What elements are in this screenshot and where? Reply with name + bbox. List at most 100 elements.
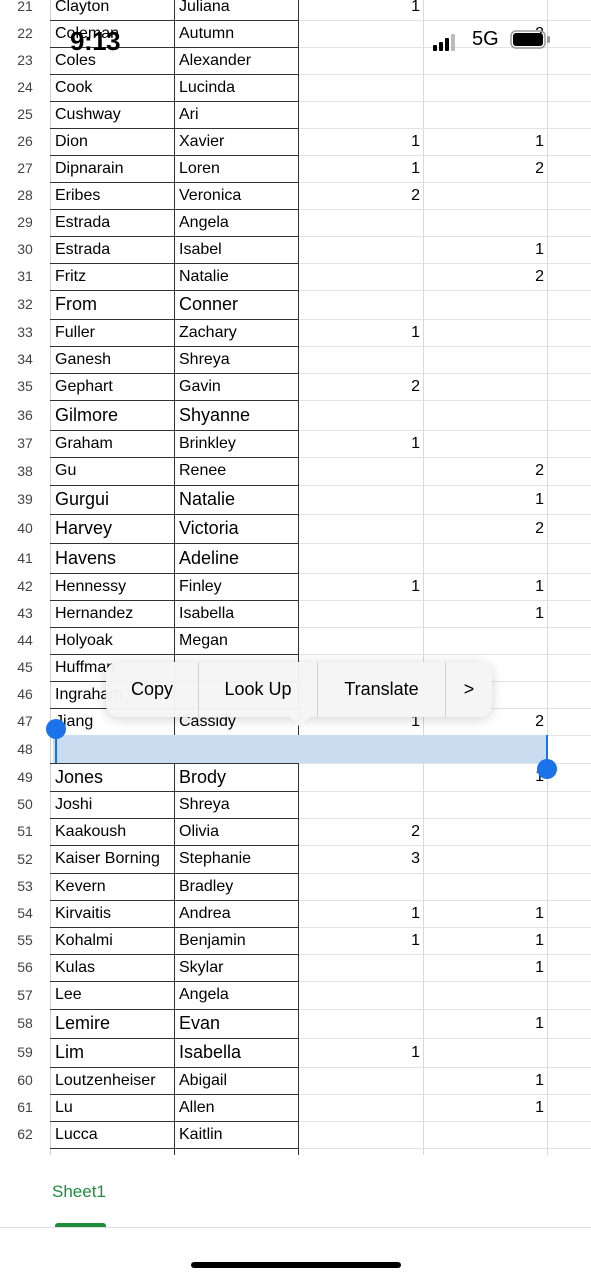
table-row[interactable]: 33 Fuller Zachary 1 xyxy=(0,319,591,346)
count-cell-d[interactable]: 1 xyxy=(424,954,544,981)
last-name-cell[interactable]: Estrada xyxy=(55,209,173,236)
row-number[interactable]: 58 xyxy=(0,1009,50,1038)
row-number[interactable]: 41 xyxy=(0,543,50,573)
count-cell-c[interactable]: 2 xyxy=(300,818,420,845)
table-row[interactable]: 62 Lucca Kaitlin xyxy=(0,1121,591,1148)
table-row[interactable]: 60 Loutzenheiser Abigail 1 xyxy=(0,1067,591,1094)
last-name-cell[interactable]: Kulas xyxy=(55,954,173,981)
last-name-cell[interactable]: Cushway xyxy=(55,101,173,128)
table-row[interactable]: 24 Cook Lucinda xyxy=(0,74,591,101)
table-row[interactable]: 40 Harvey Victoria 2 xyxy=(0,514,591,543)
row-number[interactable]: 60 xyxy=(0,1067,50,1094)
count-cell-d[interactable] xyxy=(424,818,544,845)
count-cell-c[interactable] xyxy=(300,457,420,485)
count-cell-c[interactable]: 1 xyxy=(300,155,420,182)
table-row[interactable]: 50 Joshi Shreya xyxy=(0,791,591,818)
first-name-cell[interactable]: Angela xyxy=(179,209,297,236)
count-cell-c[interactable] xyxy=(300,236,420,263)
count-cell-c[interactable]: 1 xyxy=(300,0,420,20)
last-name-cell[interactable]: Lemire xyxy=(55,1009,173,1038)
count-cell-c[interactable] xyxy=(300,1121,420,1148)
first-name-cell[interactable]: Gavin xyxy=(179,373,297,400)
table-row[interactable]: 52 Kaiser Borning Stephanie 3 xyxy=(0,845,591,873)
table-row[interactable]: 32 From Conner xyxy=(0,290,591,319)
count-cell-c[interactable]: 3 xyxy=(300,845,420,873)
count-cell-d[interactable] xyxy=(424,627,544,654)
count-cell-c[interactable] xyxy=(300,514,420,543)
count-cell-d[interactable] xyxy=(424,543,544,573)
count-cell-d[interactable] xyxy=(424,74,544,101)
copy-menu-item[interactable]: Copy xyxy=(106,662,198,717)
count-cell-d[interactable] xyxy=(424,1121,544,1148)
last-name-cell[interactable]: Kirvaitis xyxy=(55,900,173,927)
first-name-cell[interactable]: Victoria xyxy=(179,514,297,543)
first-name-cell[interactable]: Natalie xyxy=(179,263,297,290)
count-cell-d[interactable]: 1 xyxy=(424,763,544,791)
count-cell-c[interactable]: 1 xyxy=(300,573,420,600)
count-cell-d[interactable] xyxy=(424,0,544,20)
row-number[interactable]: 31 xyxy=(0,263,50,290)
last-name-cell[interactable]: Kaiser Borning xyxy=(55,845,173,873)
count-cell-c[interactable] xyxy=(300,485,420,514)
first-name-cell[interactable]: Stephanie xyxy=(179,845,297,873)
first-name-cell[interactable]: Skylar xyxy=(179,954,297,981)
count-cell-d[interactable] xyxy=(424,209,544,236)
first-name-cell[interactable]: Brody xyxy=(179,763,297,791)
first-name-cell[interactable]: Olivia xyxy=(179,818,297,845)
count-cell-d[interactable]: 1 xyxy=(424,485,544,514)
table-row[interactable]: 28 Eribes Veronica 2 xyxy=(0,182,591,209)
sheet-tab[interactable]: Sheet1 xyxy=(52,1182,106,1202)
row-number[interactable]: 29 xyxy=(0,209,50,236)
last-name-cell[interactable]: Kohalmi xyxy=(55,927,173,954)
row-number[interactable]: 25 xyxy=(0,101,50,128)
table-row[interactable]: 38 Gu Renee 2 xyxy=(0,457,591,485)
row-number[interactable]: 49 xyxy=(0,763,50,791)
row-number[interactable]: 28 xyxy=(0,182,50,209)
count-cell-c[interactable] xyxy=(300,74,420,101)
table-row[interactable]: 27 Dipnarain Loren 1 2 xyxy=(0,155,591,182)
first-name-cell[interactable]: Loren xyxy=(179,155,297,182)
first-name-cell[interactable]: Lucinda xyxy=(179,74,297,101)
last-name-cell[interactable]: Estrada xyxy=(55,236,173,263)
row-number[interactable]: 24 xyxy=(0,74,50,101)
table-row[interactable]: 29 Estrada Angela xyxy=(0,209,591,236)
count-cell-d[interactable]: 1 xyxy=(424,600,544,627)
count-cell-c[interactable] xyxy=(300,1067,420,1094)
table-row[interactable]: 49JonesBrody 1 xyxy=(0,763,591,791)
row-number[interactable]: 52 xyxy=(0,845,50,873)
row-number[interactable]: 40 xyxy=(0,514,50,543)
table-row[interactable]: 56 Kulas Skylar 1 xyxy=(0,954,591,981)
first-name-cell[interactable]: Ari xyxy=(179,101,297,128)
row-number[interactable]: 59 xyxy=(0,1038,50,1067)
first-name-cell[interactable]: Juliana xyxy=(179,0,297,20)
first-name-cell[interactable]: Shreya xyxy=(179,346,297,373)
count-cell-c[interactable] xyxy=(300,873,420,900)
row-number[interactable]: 51 xyxy=(0,818,50,845)
table-row[interactable]: 37 Graham Brinkley 1 xyxy=(0,430,591,457)
first-name-cell[interactable]: Abigail xyxy=(179,1067,297,1094)
count-cell-d[interactable]: 2 xyxy=(424,514,544,543)
count-cell-d[interactable]: 1 xyxy=(424,573,544,600)
table-row[interactable]: 42 Hennessy Finley 1 1 xyxy=(0,573,591,600)
table-row[interactable]: 57 Lee Angela xyxy=(0,981,591,1009)
count-cell-d[interactable] xyxy=(424,981,544,1009)
first-name-cell[interactable]: Allen xyxy=(179,1094,297,1121)
first-name-cell[interactable]: Conner xyxy=(179,290,297,319)
count-cell-d[interactable] xyxy=(424,791,544,818)
count-cell-d[interactable] xyxy=(424,373,544,400)
first-name-cell[interactable]: Angela xyxy=(179,981,297,1009)
row-number[interactable]: 32 xyxy=(0,290,50,319)
row-number[interactable]: 35 xyxy=(0,373,50,400)
row-number[interactable]: 53 xyxy=(0,873,50,900)
count-cell-c[interactable]: 2 xyxy=(300,182,420,209)
look-up-menu-item[interactable]: Look Up xyxy=(199,662,317,717)
last-name-cell[interactable]: Holyoak xyxy=(55,627,173,654)
count-cell-d[interactable]: 1 xyxy=(424,1009,544,1038)
count-cell-d[interactable] xyxy=(424,101,544,128)
last-name-cell[interactable]: Loutzenheiser xyxy=(55,1067,173,1094)
count-cell-d[interactable]: 2 xyxy=(424,457,544,485)
row-number[interactable]: 38 xyxy=(0,457,50,485)
table-row[interactable]: 59 Lim Isabella 1 xyxy=(0,1038,591,1067)
first-name-cell[interactable]: Isabel xyxy=(179,236,297,263)
table-row[interactable]: 43 Hernandez Isabella 1 xyxy=(0,600,591,627)
